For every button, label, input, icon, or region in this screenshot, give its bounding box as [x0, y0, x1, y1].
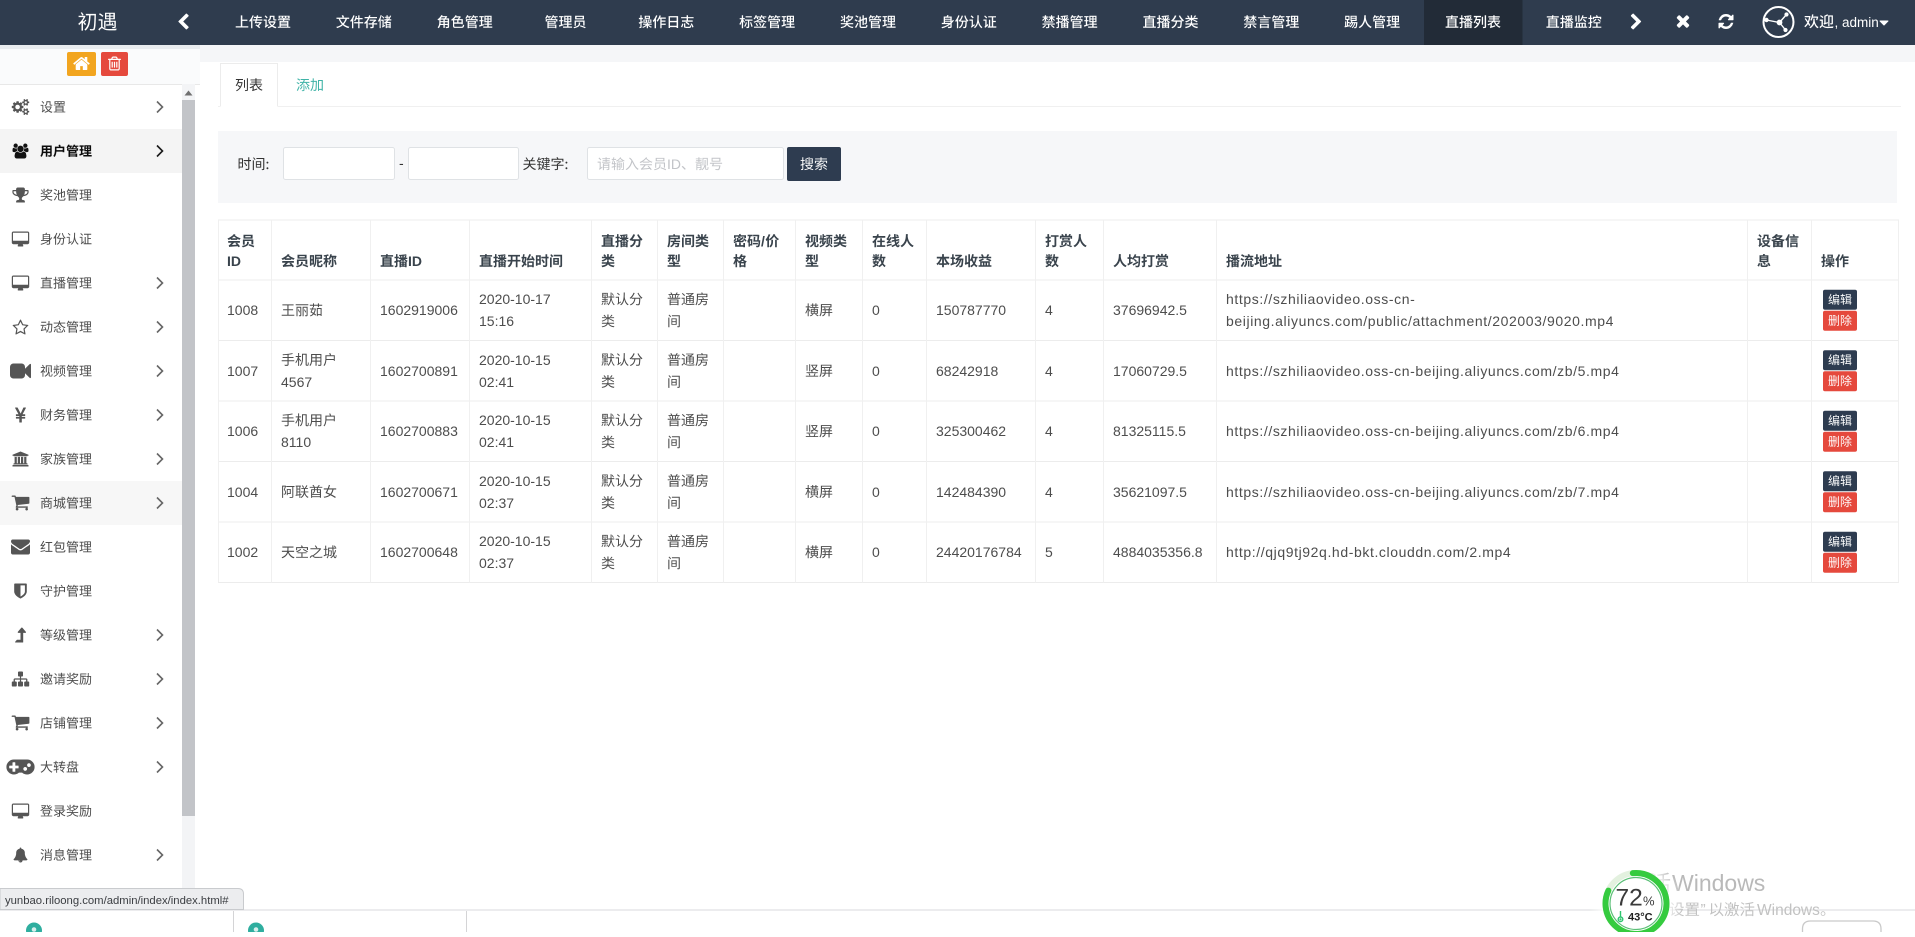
- svg-text:142484390: 142484390: [936, 484, 1006, 500]
- svg-text:1008: 1008: [227, 302, 258, 318]
- svg-text:1602919006: 1602919006: [380, 302, 458, 318]
- svg-text:2020-10-15: 2020-10-15: [479, 473, 551, 489]
- svg-text:https://szhiliaovideo.oss-cn-: https://szhiliaovideo.oss-cn-: [1226, 291, 1415, 307]
- svg-text:5: 5: [1045, 544, 1053, 560]
- svg-text:https://szhiliaovideo.oss-cn-b: https://szhiliaovideo.oss-cn-beijing.ali…: [1226, 423, 1620, 439]
- svg-text:4884035356.8: 4884035356.8: [1113, 544, 1203, 560]
- svg-text:”: ”: [1701, 902, 1706, 919]
- svg-text:2020-10-17: 2020-10-17: [479, 291, 551, 307]
- svg-text:68242918: 68242918: [936, 363, 999, 379]
- svg-text:2020-10-15: 2020-10-15: [479, 412, 551, 428]
- svg-text:https://szhiliaovideo.oss-cn-b: https://szhiliaovideo.oss-cn-beijing.ali…: [1226, 484, 1620, 500]
- svg-text:Windows: Windows: [1672, 870, 1765, 896]
- svg-text:4: 4: [1045, 423, 1053, 439]
- svg-text:0: 0: [872, 544, 880, 560]
- svg-text:1002: 1002: [227, 544, 258, 560]
- svg-text:4: 4: [1045, 363, 1053, 379]
- svg-text:0: 0: [872, 363, 880, 379]
- svg-text:/: /: [761, 233, 765, 249]
- svg-text:0: 0: [872, 484, 880, 500]
- svg-text:1602700648: 1602700648: [380, 544, 458, 560]
- svg-text:4567: 4567: [281, 374, 312, 390]
- svg-text:beijing.aliyuncs.com/public/at: beijing.aliyuncs.com/public/attachment/2…: [1226, 313, 1614, 329]
- svg-text:43°C: 43°C: [1628, 912, 1653, 924]
- svg-text:https://szhiliaovideo.oss-cn-b: https://szhiliaovideo.oss-cn-beijing.ali…: [1226, 363, 1620, 379]
- svg-text:8110: 8110: [281, 434, 311, 450]
- svg-text:%: %: [1643, 894, 1655, 909]
- svg-text:0: 0: [872, 423, 880, 439]
- svg-text:2020-10-15: 2020-10-15: [479, 352, 551, 368]
- svg-text:ID: ID: [408, 253, 422, 269]
- svg-text:150787770: 150787770: [936, 302, 1006, 318]
- svg-text:02:37: 02:37: [479, 555, 514, 571]
- svg-text:15:16: 15:16: [479, 313, 514, 329]
- svg-text:1006: 1006: [227, 423, 258, 439]
- svg-text:Windows: Windows: [1757, 902, 1820, 919]
- svg-text:24420176784: 24420176784: [936, 544, 1022, 560]
- svg-text:37696942.5: 37696942.5: [1113, 302, 1187, 318]
- svg-text:1602700883: 1602700883: [380, 423, 458, 439]
- svg-text:17060729.5: 17060729.5: [1113, 363, 1187, 379]
- svg-text:02:41: 02:41: [479, 434, 514, 450]
- svg-text:81325115.5: 81325115.5: [1113, 423, 1186, 439]
- svg-text:325300462: 325300462: [936, 423, 1006, 439]
- svg-text:0: 0: [872, 302, 880, 318]
- svg-text:02:37: 02:37: [479, 495, 514, 511]
- svg-text:1602700671: 1602700671: [380, 484, 458, 500]
- svg-text:72: 72: [1616, 885, 1643, 912]
- svg-text:1004: 1004: [227, 484, 258, 500]
- svg-text:-: -: [399, 155, 404, 171]
- svg-text:4: 4: [1045, 302, 1053, 318]
- svg-text:2020-10-15: 2020-10-15: [479, 533, 551, 549]
- svg-text:1007: 1007: [227, 363, 258, 379]
- svg-text:4: 4: [1045, 484, 1053, 500]
- svg-text:, admin: , admin: [1835, 15, 1879, 30]
- svg-text:02:41: 02:41: [479, 374, 514, 390]
- svg-text:ID: ID: [667, 156, 681, 172]
- svg-text:yunbao.riloong.com/admin/index: yunbao.riloong.com/admin/index/index.htm…: [5, 895, 229, 907]
- svg-text:35621097.5: 35621097.5: [1113, 484, 1187, 500]
- svg-text:http://qjq9tj92q.hd-bkt.cloudd: http://qjq9tj92q.hd-bkt.clouddn.com/2.mp…: [1226, 544, 1511, 560]
- svg-text:1602700891: 1602700891: [380, 363, 458, 379]
- svg-text:ID: ID: [227, 253, 241, 269]
